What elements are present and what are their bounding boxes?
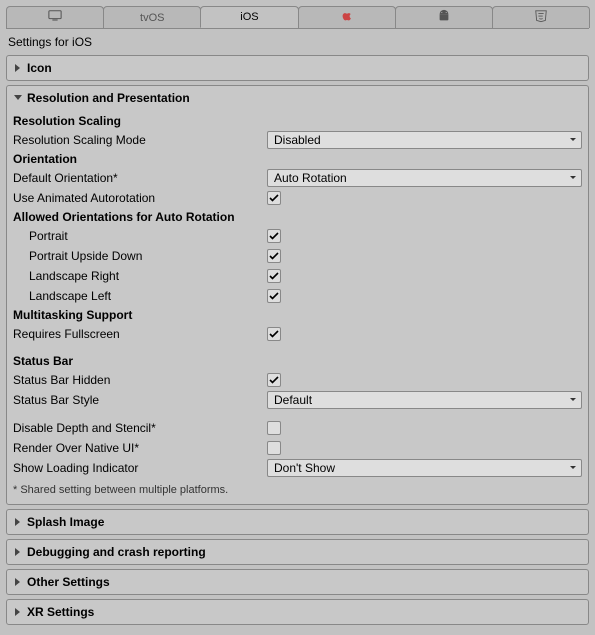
- tab-apple[interactable]: [298, 6, 396, 28]
- tab-webgl[interactable]: [492, 6, 590, 28]
- section-title-splash-image: Splash Image: [27, 515, 104, 529]
- label-landscape-left: Landscape Left: [13, 289, 267, 303]
- label-status-bar-hidden: Status Bar Hidden: [13, 373, 267, 387]
- footnote-shared-setting: * Shared setting between multiple platfo…: [13, 478, 582, 498]
- section-debugging: Debugging and crash reporting: [6, 539, 589, 565]
- chevron-down-icon: [13, 93, 23, 103]
- tab-label-ios: iOS: [240, 11, 258, 23]
- platform-tabs: tvOS iOS: [6, 6, 589, 29]
- checkbox-landscape-right[interactable]: [267, 269, 281, 283]
- checkbox-status-bar-hidden[interactable]: [267, 373, 281, 387]
- checkbox-portrait-upside-down[interactable]: [267, 249, 281, 263]
- tab-tvos[interactable]: tvOS: [103, 6, 201, 28]
- tab-ios[interactable]: iOS: [200, 6, 298, 28]
- chevron-right-icon: [13, 547, 23, 557]
- label-disable-depth-stencil: Disable Depth and Stencil*: [13, 421, 267, 435]
- monitor-icon: [48, 9, 62, 26]
- chevron-right-icon: [13, 577, 23, 587]
- dropdown-default-orientation[interactable]: Auto Rotation: [267, 169, 582, 187]
- dropdown-value: Auto Rotation: [274, 171, 347, 185]
- page-title: Settings for iOS: [6, 29, 589, 55]
- label-status-bar-style: Status Bar Style: [13, 393, 267, 407]
- label-default-orientation: Default Orientation*: [13, 171, 267, 185]
- checkbox-disable-depth-stencil[interactable]: [267, 421, 281, 435]
- checkbox-render-over-native-ui[interactable]: [267, 441, 281, 455]
- checkbox-portrait[interactable]: [267, 229, 281, 243]
- section-other-settings: Other Settings: [6, 569, 589, 595]
- section-header-debugging[interactable]: Debugging and crash reporting: [7, 540, 588, 564]
- label-landscape-right: Landscape Right: [13, 269, 267, 283]
- label-portrait-upside-down: Portrait Upside Down: [13, 249, 267, 263]
- tab-label-tvos: tvOS: [140, 12, 164, 24]
- section-title-icon: Icon: [27, 61, 52, 75]
- label-resolution-scaling-mode: Resolution Scaling Mode: [13, 133, 267, 147]
- heading-resolution-scaling: Resolution Scaling: [13, 112, 582, 130]
- label-portrait: Portrait: [13, 229, 267, 243]
- dropdown-value: Don't Show: [274, 461, 335, 475]
- section-header-xr-settings[interactable]: XR Settings: [7, 600, 588, 624]
- checkbox-landscape-left[interactable]: [267, 289, 281, 303]
- apple-icon: [340, 9, 354, 26]
- dropdown-show-loading-indicator[interactable]: Don't Show: [267, 459, 582, 477]
- android-icon: [437, 9, 451, 26]
- chevron-down-icon: [569, 174, 577, 182]
- section-resolution: Resolution and Presentation Resolution S…: [6, 85, 589, 505]
- section-header-resolution[interactable]: Resolution and Presentation: [7, 86, 588, 110]
- heading-status-bar: Status Bar: [13, 352, 582, 370]
- dropdown-value: Default: [274, 393, 312, 407]
- chevron-down-icon: [569, 136, 577, 144]
- section-title-resolution: Resolution and Presentation: [27, 91, 190, 105]
- section-splash-image: Splash Image: [6, 509, 589, 535]
- section-header-icon[interactable]: Icon: [7, 56, 588, 80]
- tab-standalone[interactable]: [6, 6, 104, 28]
- checkbox-requires-fullscreen[interactable]: [267, 327, 281, 341]
- html5-icon: [534, 9, 548, 26]
- heading-allowed-orientations: Allowed Orientations for Auto Rotation: [13, 208, 582, 226]
- section-header-other-settings[interactable]: Other Settings: [7, 570, 588, 594]
- dropdown-value: Disabled: [274, 133, 321, 147]
- section-icon: Icon: [6, 55, 589, 81]
- chevron-right-icon: [13, 63, 23, 73]
- section-header-splash-image[interactable]: Splash Image: [7, 510, 588, 534]
- section-xr-settings: XR Settings: [6, 599, 589, 625]
- dropdown-status-bar-style[interactable]: Default: [267, 391, 582, 409]
- heading-multitasking: Multitasking Support: [13, 306, 582, 324]
- label-use-animated-autorotation: Use Animated Autorotation: [13, 191, 267, 205]
- label-requires-fullscreen: Requires Fullscreen: [13, 327, 267, 341]
- tab-android[interactable]: [395, 6, 493, 28]
- dropdown-resolution-scaling-mode[interactable]: Disabled: [267, 131, 582, 149]
- chevron-right-icon: [13, 607, 23, 617]
- chevron-down-icon: [569, 396, 577, 404]
- label-show-loading-indicator: Show Loading Indicator: [13, 461, 267, 475]
- heading-orientation: Orientation: [13, 150, 582, 168]
- label-render-over-native-ui: Render Over Native UI*: [13, 441, 267, 455]
- section-title-xr-settings: XR Settings: [27, 605, 94, 619]
- chevron-down-icon: [569, 464, 577, 472]
- chevron-right-icon: [13, 517, 23, 527]
- section-title-debugging: Debugging and crash reporting: [27, 545, 206, 559]
- section-title-other-settings: Other Settings: [27, 575, 110, 589]
- checkbox-use-animated-autorotation[interactable]: [267, 191, 281, 205]
